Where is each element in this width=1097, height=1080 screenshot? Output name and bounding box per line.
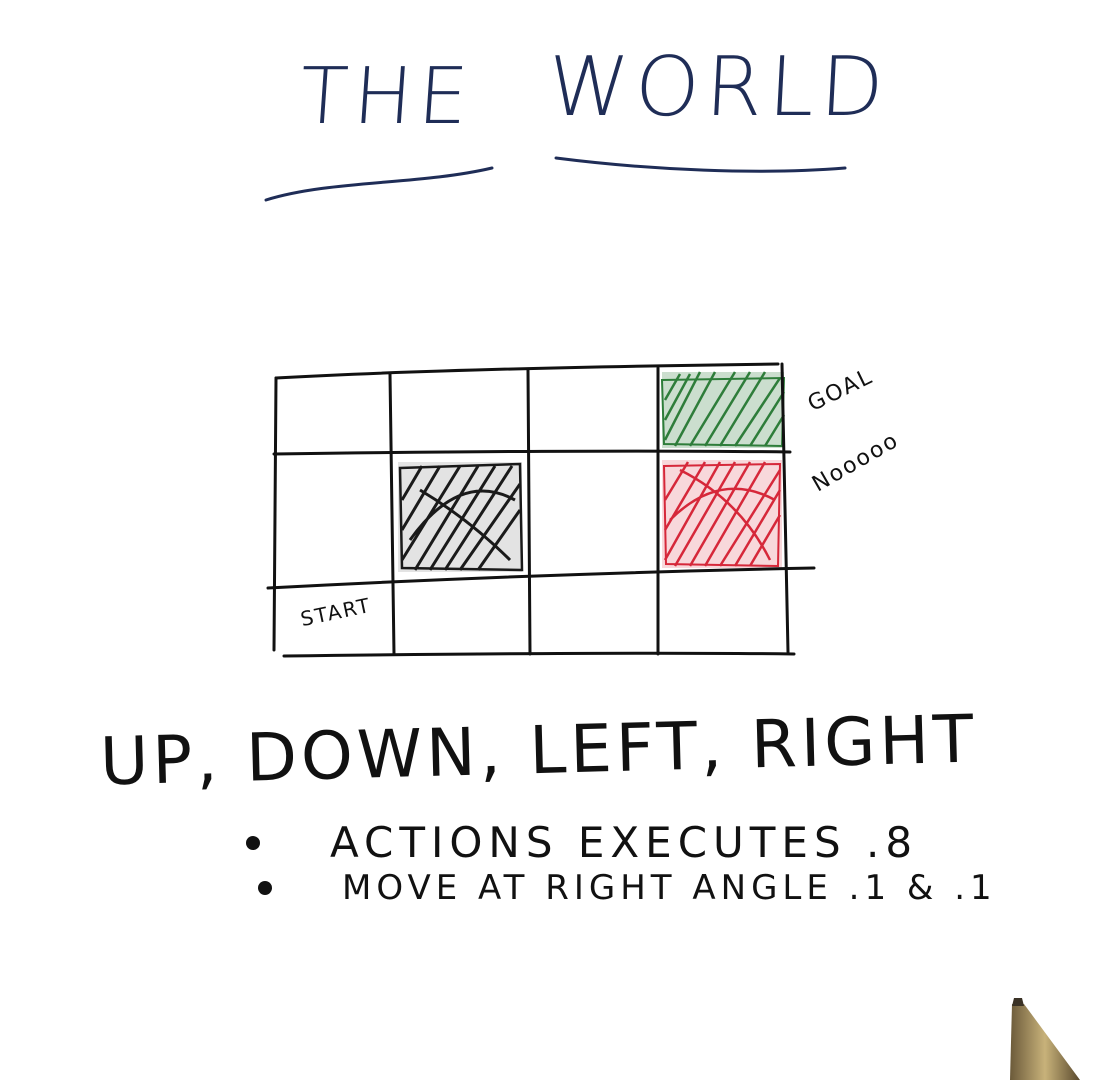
grid-line-row1 xyxy=(272,449,792,456)
title-underline-the xyxy=(264,166,494,202)
wall-cell xyxy=(398,462,524,572)
grid-line-col2 xyxy=(526,368,532,656)
grid-line-left xyxy=(272,376,278,652)
whiteboard-canvas xyxy=(264,156,847,658)
grid-line-right xyxy=(780,362,790,654)
bullet-text: MOVE AT RIGHT ANGLE .1 & .1 xyxy=(342,868,997,908)
list-item: ACTIONS EXECUTES .8 xyxy=(246,818,918,867)
pen-tip-icon xyxy=(1010,998,1080,1080)
grid-line-row2 xyxy=(266,566,816,590)
title-underline-world xyxy=(554,156,847,173)
grid-line-col1 xyxy=(388,372,396,656)
title-word-the: THE xyxy=(296,52,477,142)
bullet-text: ACTIONS EXECUTES .8 xyxy=(330,818,919,867)
grid-line-bottom xyxy=(282,651,796,658)
list-item: MOVE AT RIGHT ANGLE .1 & .1 xyxy=(258,868,997,908)
bullet-dot xyxy=(246,835,260,850)
title-word-world: WORLD xyxy=(545,40,892,135)
pit-cell xyxy=(662,460,782,568)
bullet-dot xyxy=(258,881,272,895)
goal-cell xyxy=(660,371,786,448)
